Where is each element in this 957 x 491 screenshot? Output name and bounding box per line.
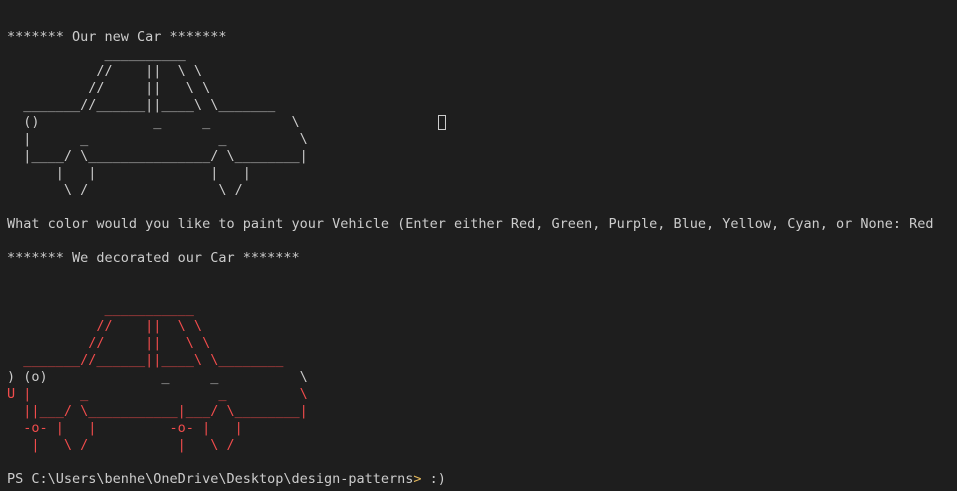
text-cursor	[438, 115, 446, 130]
car-plain-line: // || \ \	[7, 63, 203, 79]
car-plain-line: | | | |	[7, 165, 251, 181]
car-decorated-line: U | _ _ \	[7, 386, 957, 403]
car-decorated-line: | \ / | \ /	[7, 437, 957, 454]
prompt-arrow: >	[413, 471, 422, 487]
car-decorated-segment: _______//______||____\ \________	[7, 352, 284, 368]
ascii-car-decorated: ___________ // || \ \ // || \ \ _______/…	[7, 301, 957, 454]
color-question: What color would you like to paint your …	[7, 216, 934, 232]
car-decorated-line: _______//______||____\ \________	[7, 352, 957, 369]
car-plain-line: __________	[7, 46, 186, 62]
car-decorated-segment: // || \ \	[7, 335, 211, 351]
car-plain-line: | _ _ \	[7, 131, 308, 147]
car-decorated-line: ||___/ \___________|___/ \________|	[7, 403, 957, 420]
prompt-input[interactable]: :)	[422, 471, 446, 487]
car-decorated-line: ___________	[7, 301, 957, 318]
car-decorated-segment: ___________	[7, 301, 194, 317]
car-plain-line: _______//______||____\ \_______	[7, 97, 276, 113]
terminal-output[interactable]: ******* Our new Car ******* __________ /…	[7, 29, 957, 488]
car-plain-line: () _ _ \	[7, 114, 300, 130]
car-plain-line: |____/ \_______________/ \________|	[7, 148, 308, 164]
car-plain-line: \ / \ /	[7, 182, 243, 198]
car-decorated-segment: U | _ _ \	[7, 386, 308, 402]
car-decorated-segment: | \ / | \ /	[7, 437, 235, 453]
car-decorated-segment: -o- | | -o- | |	[7, 420, 243, 436]
car-decorated-segment: ) (o)	[7, 369, 48, 385]
car-decorated-segment: // || \ \	[7, 318, 203, 334]
shell-prompt[interactable]: PS C:\Users\benhe\OneDrive\Desktop\desig…	[7, 471, 957, 488]
car-decorated-segment: _ _ \	[47, 369, 308, 385]
car-decorated-line: // || \ \	[7, 335, 957, 352]
car-decorated-line: -o- | | -o- | |	[7, 420, 957, 437]
heading-new-car: ******* Our new Car *******	[7, 29, 227, 45]
car-decorated-segment: ||___/ \___________|___/ \________|	[7, 403, 308, 419]
car-decorated-line: // || \ \	[7, 318, 957, 335]
car-plain-line: // || \ \	[7, 80, 211, 96]
prompt-path: PS C:\Users\benhe\OneDrive\Desktop\desig…	[7, 471, 414, 487]
ascii-car-plain: __________ // || \ \ // || \ \ _______//…	[7, 46, 957, 199]
heading-decorated-car: ******* We decorated our Car *******	[7, 250, 300, 266]
car-decorated-line: ) (o) _ _ \	[7, 369, 957, 386]
